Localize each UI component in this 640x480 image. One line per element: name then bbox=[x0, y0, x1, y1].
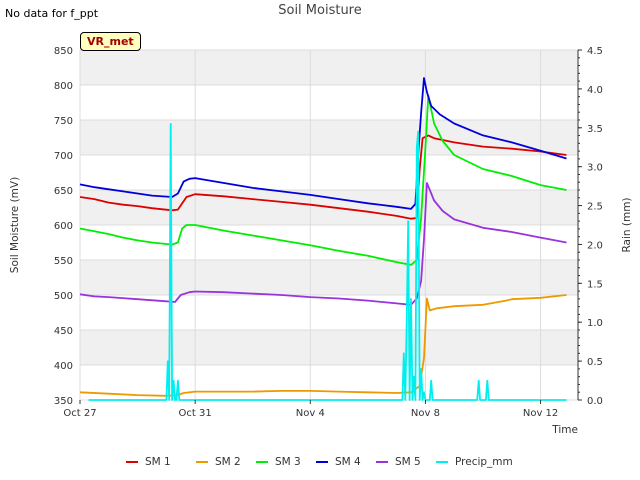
grid-band bbox=[80, 330, 578, 365]
y2-tick-label: 1.0 bbox=[587, 318, 603, 329]
x-tick-label: Oct 31 bbox=[179, 408, 212, 419]
y-axis-label: Soil Moisture (mV) bbox=[9, 177, 21, 273]
y-tick-label: 800 bbox=[54, 81, 73, 92]
legend-label: SM 2 bbox=[215, 456, 241, 468]
y2-tick-label: 2.5 bbox=[587, 202, 603, 213]
y2-tick-label: 2.0 bbox=[587, 240, 603, 251]
x-tick-label: Oct 27 bbox=[63, 408, 96, 419]
grid-band bbox=[80, 260, 578, 295]
y2-tick-label: 3.0 bbox=[587, 163, 603, 174]
y2-tick-label: 3.5 bbox=[587, 124, 603, 135]
legend-label: SM 3 bbox=[275, 456, 301, 468]
y-tick-label: 400 bbox=[54, 361, 73, 372]
y-tick-label: 650 bbox=[54, 186, 73, 197]
y2-tick-label: 0.0 bbox=[587, 396, 603, 407]
y-tick-label: 450 bbox=[54, 326, 73, 337]
y-tick-label: 350 bbox=[54, 396, 73, 407]
grid-band bbox=[80, 50, 578, 85]
y-tick-label: 500 bbox=[54, 291, 73, 302]
y-tick-label: 700 bbox=[54, 151, 73, 162]
legend-label: SM 1 bbox=[145, 456, 171, 468]
y2-tick-label: 4.0 bbox=[587, 85, 603, 96]
legend-label: SM 4 bbox=[335, 456, 361, 468]
y-tick-label: 550 bbox=[54, 256, 73, 267]
x-tick-label: Nov 8 bbox=[411, 408, 440, 419]
y-tick-label: 750 bbox=[54, 116, 73, 127]
station-badge: VR_met bbox=[80, 32, 141, 51]
legend-label: SM 5 bbox=[395, 456, 421, 468]
x-axis-label: Time bbox=[551, 424, 578, 436]
legend-label: Precip_mm bbox=[455, 456, 513, 468]
y2-tick-label: 1.5 bbox=[587, 279, 603, 290]
y-tick-label: 850 bbox=[54, 46, 73, 57]
x-tick-label: Nov 4 bbox=[296, 408, 325, 419]
y-tick-label: 600 bbox=[54, 221, 73, 232]
y2-tick-label: 0.5 bbox=[587, 357, 603, 368]
soil-moisture-chart: 350 400 450 500 550 600 650 700 750 800 850 Oct 27 O… bbox=[9, 46, 633, 468]
x-tick-label: Nov 12 bbox=[523, 408, 558, 419]
grid-band bbox=[80, 120, 578, 155]
y2-axis-label: Rain (mm) bbox=[621, 197, 633, 252]
y2-tick-label: 4.5 bbox=[587, 46, 603, 57]
